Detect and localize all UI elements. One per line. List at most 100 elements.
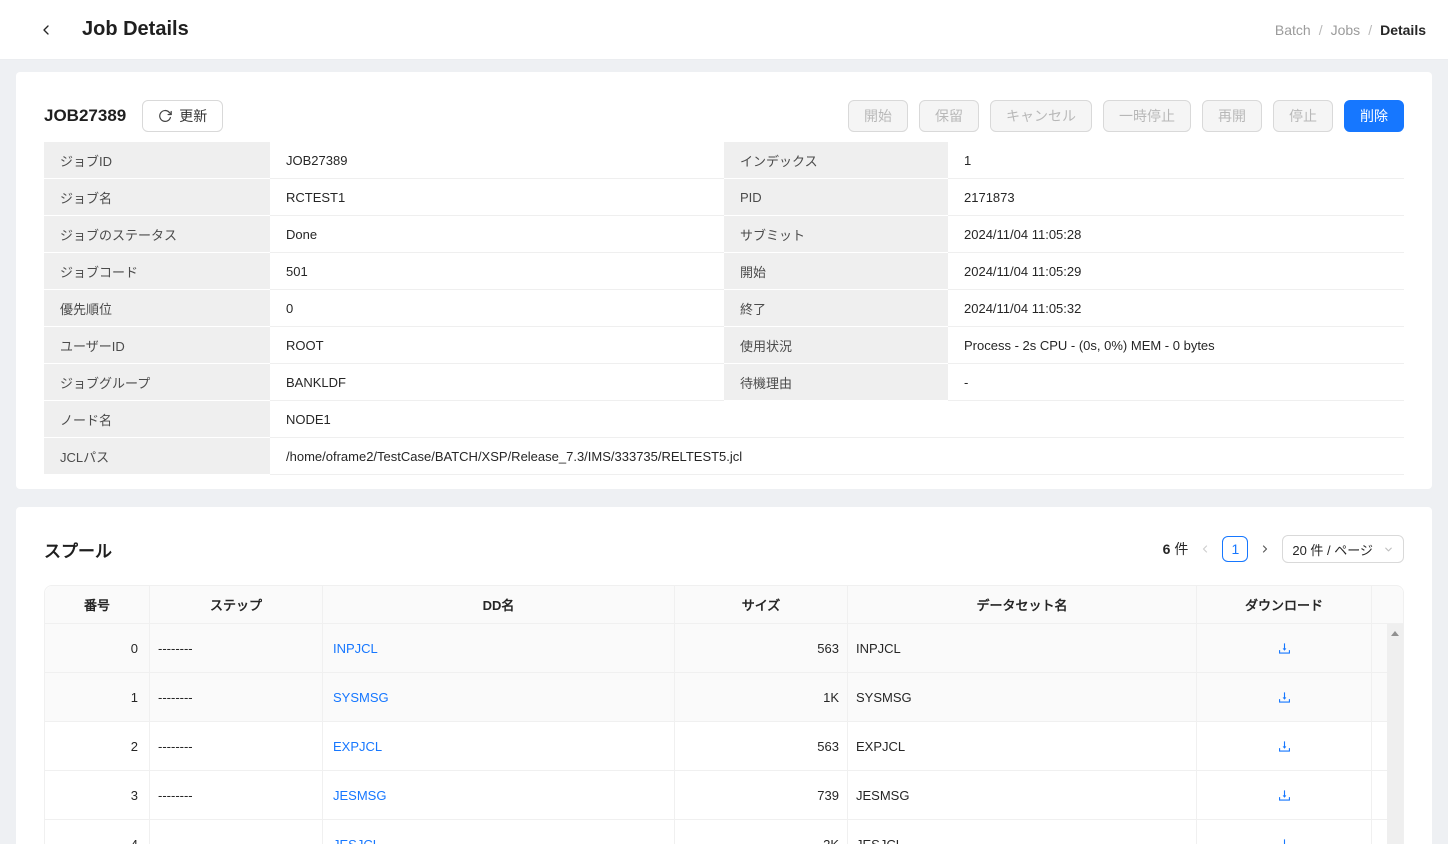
detail-row: ジョブのステータス Done サブミット 2024/11/04 11:05:28 [44, 216, 1404, 253]
pagination-next-button[interactable] [1257, 541, 1273, 557]
detail-row: ジョブID JOB27389 インデックス 1 [44, 142, 1404, 179]
detail-label: ジョブ名 [44, 179, 270, 216]
job-action-button[interactable]: 開始 [848, 100, 908, 132]
detail-value: 2024/11/04 11:05:29 [948, 253, 1404, 290]
detail-row: ジョブコード 501 開始 2024/11/04 11:05:29 [44, 253, 1404, 290]
page-size-select[interactable]: 20 件 / ページ [1282, 535, 1404, 563]
spool-column-header: サイズ [675, 586, 848, 623]
spool-dataset-cell: SYSMSG [848, 673, 1197, 721]
job-action-button[interactable]: 保留 [919, 100, 979, 132]
detail-label: 待機理由 [724, 364, 948, 401]
job-action-button[interactable]: キャンセル [990, 100, 1092, 132]
download-button[interactable] [1274, 785, 1295, 806]
spool-size-cell: 739 [675, 771, 848, 819]
breadcrumb-separator: / [1319, 22, 1323, 38]
spool-number-cell: 0 [45, 624, 150, 672]
detail-value: - [948, 364, 1404, 401]
scroll-up-arrow-icon [1391, 631, 1399, 636]
detail-row: ノード名 NODE1 [44, 401, 1404, 438]
spool-step-cell: -------- [150, 624, 323, 672]
breadcrumb-item[interactable]: Details [1380, 22, 1426, 38]
detail-value: 2024/11/04 11:05:32 [948, 290, 1404, 327]
job-details-table: ジョブID JOB27389 インデックス 1 ジョブ名 RCTEST1 PID… [44, 142, 1404, 475]
download-icon [1277, 641, 1292, 656]
job-action-button[interactable]: 再開 [1202, 100, 1262, 132]
pagination-prev-button[interactable] [1197, 541, 1213, 557]
spool-size-cell: 563 [675, 624, 848, 672]
spool-dataset-cell: JESJCL [848, 820, 1197, 844]
detail-label: 使用状況 [724, 327, 948, 364]
spool-row: 2 -------- EXPJCL 563 EXPJCL [45, 722, 1403, 771]
detail-value: JOB27389 [270, 142, 724, 179]
spool-download-cell [1197, 771, 1372, 819]
detail-value: BANKLDF [270, 364, 724, 401]
dd-name-link[interactable]: INPJCL [333, 641, 378, 656]
detail-label: 優先順位 [44, 290, 270, 327]
spool-step-cell: -------- [150, 673, 323, 721]
spool-row: 1 -------- SYSMSG 1K SYSMSG [45, 673, 1403, 722]
spool-ddname-cell: JESJCL [323, 820, 675, 844]
spool-number-cell: 1 [45, 673, 150, 721]
breadcrumb-item[interactable]: Jobs [1331, 22, 1361, 38]
spool-download-cell [1197, 722, 1372, 770]
spool-ddname-cell: EXPJCL [323, 722, 675, 770]
download-button[interactable] [1274, 687, 1295, 708]
detail-row: ユーザーID ROOT 使用状況 Process - 2s CPU - (0s,… [44, 327, 1404, 364]
download-button[interactable] [1274, 834, 1295, 844]
detail-value: NODE1 [270, 401, 1404, 438]
detail-value: 2171873 [948, 179, 1404, 216]
spool-table-body: 0 -------- INPJCL 563 INPJCL [45, 624, 1403, 844]
chevron-right-icon [1259, 543, 1271, 555]
back-button[interactable] [34, 18, 58, 42]
spool-dataset-cell: EXPJCL [848, 722, 1197, 770]
dd-name-link[interactable]: SYSMSG [333, 690, 389, 705]
download-icon [1277, 837, 1292, 844]
detail-row: ジョブグループ BANKLDF 待機理由 - [44, 364, 1404, 401]
job-id-title: JOB27389 [44, 106, 126, 126]
refresh-button[interactable]: 更新 [142, 100, 223, 132]
job-action-button[interactable]: 一時停止 [1103, 100, 1191, 132]
detail-value: ROOT [270, 327, 724, 364]
page-title: Job Details [82, 18, 189, 41]
spool-step-cell: -------- [150, 820, 323, 844]
dd-name-link[interactable]: EXPJCL [333, 739, 382, 754]
job-actions: 開始 保留 キャンセル 一時停止 再開 停止 削除 [848, 100, 1404, 132]
detail-value: 2024/11/04 11:05:28 [948, 216, 1404, 253]
detail-label: ジョブのステータス [44, 216, 270, 253]
spool-download-cell [1197, 624, 1372, 672]
spool-column-header: データセット名 [848, 586, 1197, 623]
download-icon [1277, 788, 1292, 803]
detail-row: JCLパス /home/oframe2/TestCase/BATCH/XSP/R… [44, 438, 1404, 475]
reload-icon [158, 109, 172, 123]
top-header: Job Details Batch / Jobs / Details [0, 0, 1448, 60]
spool-ddname-cell: INPJCL [323, 624, 675, 672]
refresh-label: 更新 [179, 106, 207, 126]
pagination-total: 6 件 [1163, 539, 1189, 559]
breadcrumb-item[interactable]: Batch [1275, 22, 1311, 38]
detail-label: JCLパス [44, 438, 270, 475]
detail-value: RCTEST1 [270, 179, 724, 216]
dd-name-link[interactable]: JESJCL [333, 837, 380, 844]
download-button[interactable] [1274, 736, 1295, 757]
spool-size-cell: 2K [675, 820, 848, 844]
chevron-down-icon [1383, 544, 1394, 555]
dd-name-link[interactable]: JESMSG [333, 788, 386, 803]
detail-row: 優先順位 0 終了 2024/11/04 11:05:32 [44, 290, 1404, 327]
job-action-button[interactable]: 削除 [1344, 100, 1404, 132]
vertical-scrollbar[interactable] [1387, 624, 1403, 844]
spool-table-header: 番号 ステップ DD名 サイズ データセット名 ダウンロード [45, 586, 1403, 624]
spool-number-cell: 3 [45, 771, 150, 819]
chevron-left-icon [1199, 543, 1211, 555]
job-action-button[interactable]: 停止 [1273, 100, 1333, 132]
spool-pagination: 6 件 1 20 件 / ページ [1163, 535, 1404, 563]
detail-label: ユーザーID [44, 327, 270, 364]
detail-label: ノード名 [44, 401, 270, 438]
pagination-page-1[interactable]: 1 [1222, 536, 1248, 562]
spool-ddname-cell: JESMSG [323, 771, 675, 819]
spool-row: 4 -------- JESJCL 2K JESJCL [45, 820, 1403, 844]
detail-value: /home/oframe2/TestCase/BATCH/XSP/Release… [270, 438, 1404, 475]
download-button[interactable] [1274, 638, 1295, 659]
spool-card: スプール 6 件 1 20 件 / ページ [16, 507, 1432, 844]
spool-column-header: 番号 [45, 586, 150, 623]
detail-value: Process - 2s CPU - (0s, 0%) MEM - 0 byte… [948, 327, 1404, 364]
